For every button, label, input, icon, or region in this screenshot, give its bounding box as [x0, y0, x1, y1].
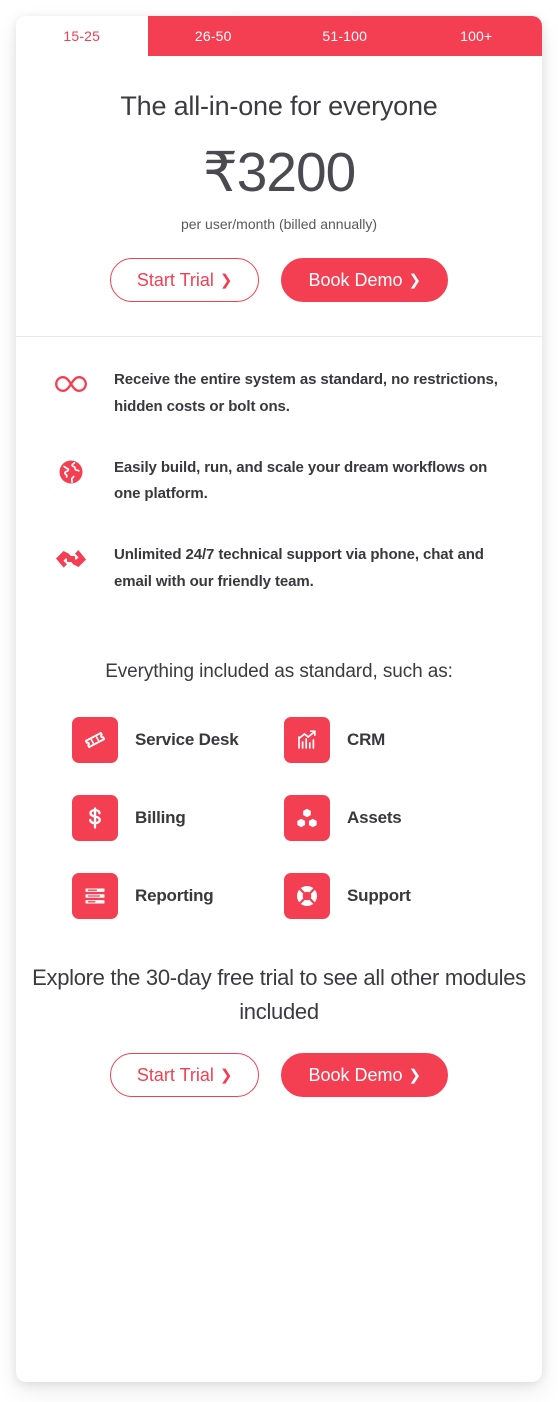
module-crm[interactable]: CRM: [284, 717, 486, 764]
footer-cta-section: Explore the 30-day free trial to see all…: [16, 929, 542, 1098]
infinity-icon: [50, 367, 92, 401]
report-list-icon: [72, 873, 118, 920]
tab-label: 51-100: [322, 28, 368, 44]
tab-label: 100+: [460, 28, 493, 44]
module-label: Billing: [135, 808, 186, 828]
tab-label: 26-50: [194, 28, 232, 44]
module-billing[interactable]: Billing: [72, 795, 274, 842]
feature-item: Easily build, run, and scale your dream …: [50, 455, 508, 508]
module-service-desk[interactable]: Service Desk: [72, 717, 274, 764]
globe-icon: [50, 455, 92, 489]
footer-cta-row: Start Trial ❯ Book Demo ❯: [30, 1053, 528, 1098]
lifebuoy-icon: [284, 873, 330, 920]
page-title: The all-in-one for everyone: [120, 91, 438, 121]
handshake-icon: [50, 542, 92, 576]
chevron-right-icon: ❯: [408, 1066, 422, 1084]
chevron-right-icon: ❯: [219, 1066, 233, 1084]
pricing-card: 15-25 26-50 51-100 100+ The all-in-one f…: [16, 16, 542, 1382]
tab-26-50[interactable]: 26-50: [147, 16, 279, 56]
start-trial-button-footer[interactable]: Start Trial ❯: [109, 1053, 260, 1098]
module-assets[interactable]: Assets: [284, 795, 486, 842]
feature-item: Unlimited 24/7 technical support via pho…: [50, 542, 508, 595]
boxes-icon: [284, 795, 330, 842]
cta-text: Explore the 30-day free trial to see all…: [32, 965, 526, 1025]
start-trial-label: Start Trial: [136, 269, 214, 290]
price-note: per user/month (billed annually): [180, 216, 378, 233]
start-trial-label: Start Trial: [136, 1064, 214, 1085]
tab-label: 15-25: [63, 28, 101, 44]
features-list: Receive the entire system as standard, n…: [16, 337, 542, 639]
user-tier-tabs: 15-25 26-50 51-100 100+: [16, 16, 542, 56]
module-label: Support: [347, 886, 411, 906]
module-support[interactable]: Support: [284, 873, 486, 920]
book-demo-label: Book Demo: [308, 269, 403, 290]
tab-51-100[interactable]: 51-100: [279, 16, 411, 56]
chevron-right-icon: ❯: [219, 271, 233, 289]
book-demo-button-footer[interactable]: Book Demo ❯: [281, 1053, 449, 1098]
module-reporting[interactable]: Reporting: [72, 873, 274, 920]
module-label: Assets: [347, 808, 402, 828]
book-demo-button[interactable]: Book Demo ❯: [281, 258, 449, 303]
module-label: Reporting: [135, 886, 214, 906]
hero-cta-row: Start Trial ❯ Book Demo ❯: [46, 258, 512, 303]
pricing-page: 15-25 26-50 51-100 100+ The all-in-one f…: [0, 0, 558, 1402]
book-demo-label: Book Demo: [308, 1064, 403, 1085]
chevron-right-icon: ❯: [408, 271, 422, 289]
module-label: CRM: [347, 730, 386, 750]
feature-text: Unlimited 24/7 technical support via pho…: [114, 545, 484, 590]
feature-item: Receive the entire system as standard, n…: [50, 367, 508, 420]
feature-text: Receive the entire system as standard, n…: [114, 371, 498, 415]
start-trial-button[interactable]: Start Trial ❯: [109, 258, 260, 303]
module-label: Service Desk: [135, 730, 239, 750]
price-amount: ₹3200: [202, 141, 356, 204]
tab-15-25[interactable]: 15-25: [16, 16, 148, 56]
modules-heading: Everything included as standard, such as…: [105, 661, 453, 683]
dollar-icon: [72, 795, 118, 842]
feature-text: Easily build, run, and scale your dream …: [114, 458, 488, 503]
modules-grid: Service Desk CRM Billing Assets Reportin…: [16, 683, 542, 929]
chart-arrow-icon: [284, 717, 330, 764]
hero-section: The all-in-one for everyone ₹3200 per us…: [16, 56, 542, 338]
ticket-icon: [72, 717, 118, 764]
tab-100-plus[interactable]: 100+: [410, 16, 542, 56]
